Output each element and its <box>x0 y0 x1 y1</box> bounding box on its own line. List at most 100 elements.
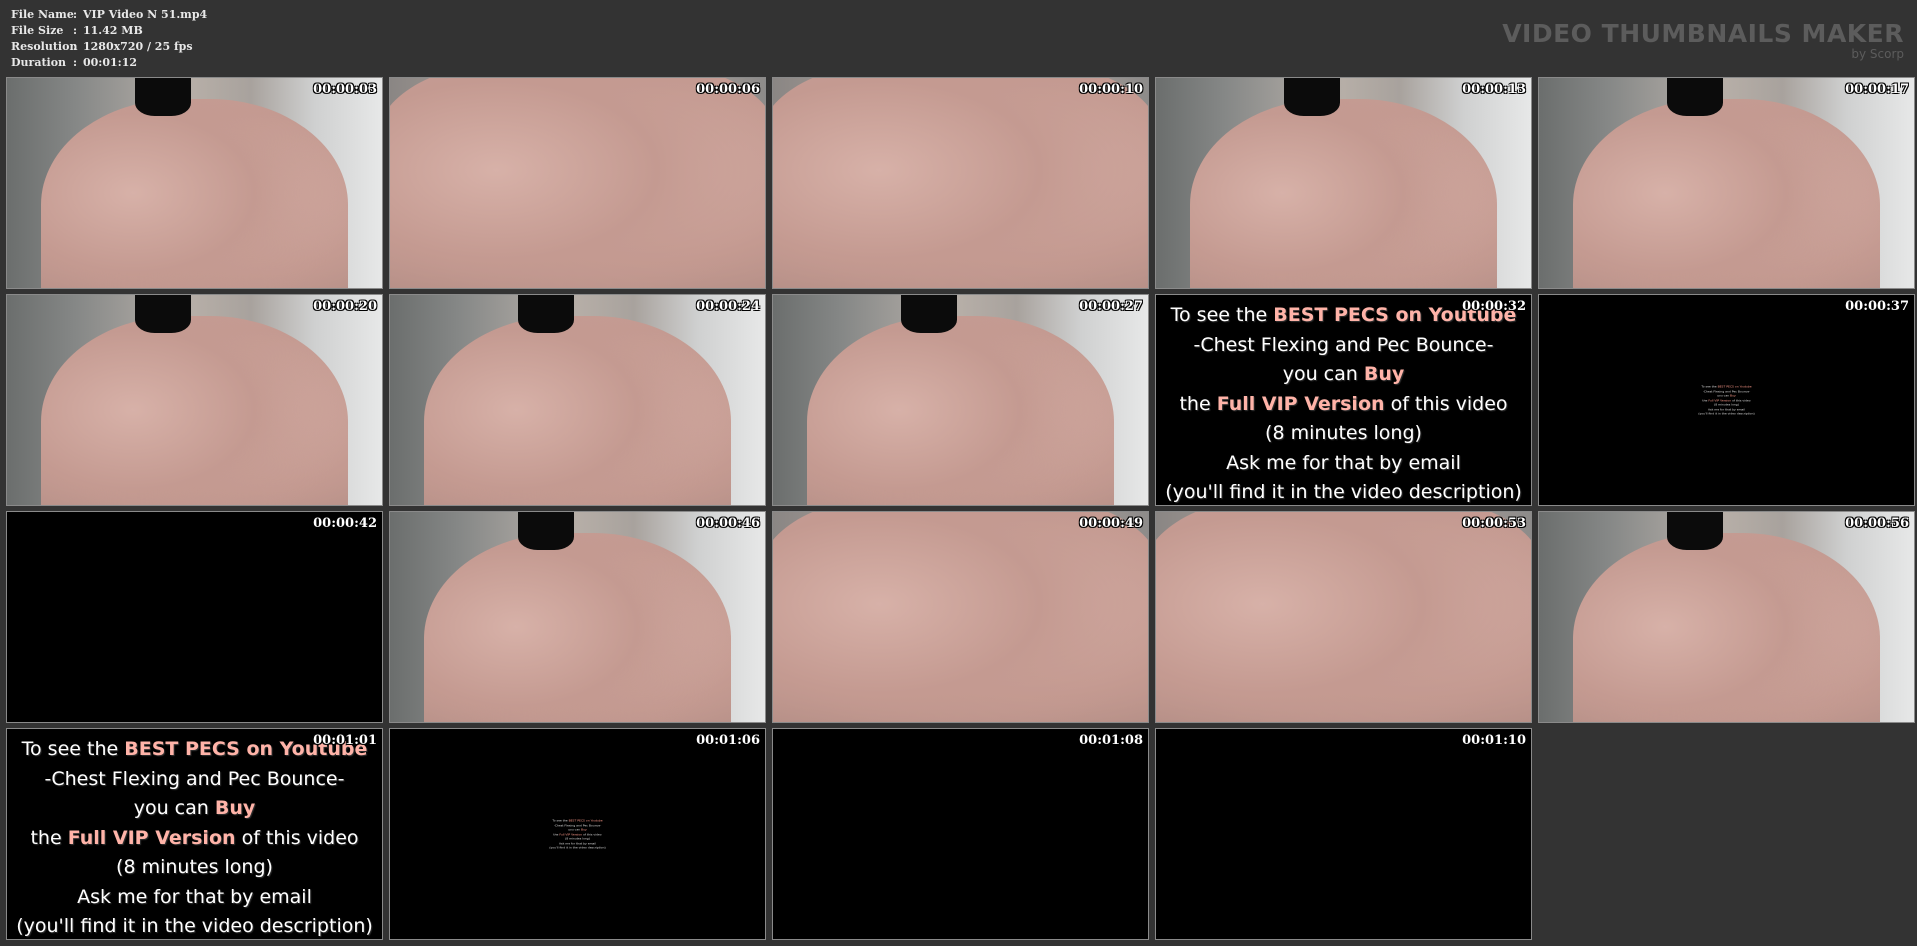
file-info-row: Resolution : 1280x720 / 25 fps <box>11 39 207 55</box>
video-frame-image <box>390 295 765 505</box>
thumbnail-timestamp: 00:00:24 <box>696 299 760 314</box>
brand-subtitle: by Scorp <box>1851 47 1904 61</box>
torso-shape <box>773 512 1148 722</box>
thumbnail-timestamp: 00:00:37 <box>1845 299 1909 314</box>
thumbnail-timestamp: 00:00:17 <box>1845 82 1909 97</box>
video-thumbnail: 00:00:06 <box>389 77 766 289</box>
video-thumbnail: 00:00:49 <box>772 511 1149 723</box>
video-thumbnail: To see the BEST PECS on Youtube -Chest Fl… <box>1155 294 1532 506</box>
video-frame-image <box>1539 512 1914 722</box>
video-thumbnail: 00:00:27 <box>772 294 1149 506</box>
video-thumbnail: 00:01:10 <box>1155 728 1532 940</box>
video-thumbnail: To see the BEST PECS on Youtube -Chest Fl… <box>6 728 383 940</box>
video-frame-image <box>773 295 1148 505</box>
brand-logo: VIDEO THUMBNAILS MAKER by Scorp <box>1502 20 1904 61</box>
promo-line: (8 minutes long) <box>1265 422 1422 444</box>
file-info-value: 1280x720 / 25 fps <box>83 40 193 53</box>
file-info-separator: : <box>73 40 78 53</box>
video-thumbnail: 00:00:17 <box>1538 77 1915 289</box>
torso-shape <box>40 316 349 505</box>
file-info-value: VIP Video N 51.mp4 <box>83 8 208 21</box>
torso-shape <box>423 533 732 722</box>
video-frame-image <box>390 512 765 722</box>
video-frame-image <box>390 78 765 288</box>
promo-line: Ask me for that by email <box>77 885 312 908</box>
video-frame-image <box>773 78 1148 288</box>
video-frame-image <box>1539 78 1914 288</box>
torso-shape <box>1572 99 1881 288</box>
torso-shape <box>1189 99 1498 288</box>
video-thumbnail: 00:00:20 <box>6 294 383 506</box>
thumbnail-timestamp: 00:00:56 <box>1845 516 1909 531</box>
video-thumbnail: 00:00:03 <box>6 77 383 289</box>
mask-shape <box>517 295 574 333</box>
thumbnail-timestamp: 00:01:10 <box>1462 733 1526 748</box>
promo-line: Ask me for that by email <box>1226 451 1461 474</box>
thumbnail-timestamp: 00:01:08 <box>1079 733 1143 748</box>
video-thumbnail: 00:00:53 <box>1155 511 1532 723</box>
file-info-separator: : <box>73 24 78 37</box>
promo-line: the Full VIP Version of this video <box>1179 392 1508 415</box>
file-info-value: 00:01:12 <box>83 56 138 69</box>
file-info: File Name : VIP Video N 51.mp4 File Size… <box>11 7 207 71</box>
thumbnail-timestamp: 00:00:06 <box>696 82 760 97</box>
video-thumbnail: 00:00:42 <box>6 511 383 723</box>
file-info-separator: : <box>73 56 78 69</box>
promo-line: (you'll find it in the video description… <box>549 845 606 850</box>
video-frame-image <box>773 512 1148 722</box>
thumbnail-timestamp: 00:00:10 <box>1079 82 1143 97</box>
video-frame-image <box>7 78 382 288</box>
promo-text: To see the BEST PECS on Youtube -Chest Fl… <box>1698 384 1754 416</box>
promo-line: the Full VIP Version of this video <box>30 826 359 849</box>
promo-line: you can Buy <box>133 797 256 819</box>
mask-shape <box>1283 78 1340 116</box>
header: File Name : VIP Video N 51.mp4 File Size… <box>0 0 1917 76</box>
thumbnail-timestamp: 00:00:13 <box>1462 82 1526 97</box>
file-info-key: Resolution <box>11 40 78 53</box>
file-info-separator: : <box>73 8 78 21</box>
video-thumbnail: 00:00:24 <box>389 294 766 506</box>
promo-line: (you'll find it in the video description… <box>1165 481 1522 503</box>
thumbnail-timestamp: 00:00:53 <box>1462 516 1526 531</box>
file-info-key: File Name <box>11 8 74 21</box>
brand-title: VIDEO THUMBNAILS MAKER <box>1502 19 1904 48</box>
file-info-value: 11.42 MB <box>83 24 143 37</box>
video-thumbnail: 00:00:56 <box>1538 511 1915 723</box>
mask-shape <box>900 295 957 333</box>
torso-shape <box>390 78 765 288</box>
torso-shape <box>1572 533 1881 722</box>
thumbnail-timestamp: 00:01:01 <box>313 733 377 748</box>
video-frame-image <box>1156 78 1531 288</box>
promo-line: To see the BEST PECS on Youtube <box>1701 384 1752 389</box>
promo-line: (you'll find it in the video description… <box>16 915 373 937</box>
promo-line: -Chest Flexing and Pec Bounce- <box>1193 333 1494 356</box>
mask-shape <box>134 78 191 116</box>
thumbnail-timestamp: 00:00:20 <box>313 299 377 314</box>
file-info-row: File Name : VIP Video N 51.mp4 <box>11 7 207 23</box>
thumbnail-timestamp: 00:00:03 <box>313 82 377 97</box>
video-thumbnail: 00:00:10 <box>772 77 1149 289</box>
thumbnail-timestamp: 00:00:49 <box>1079 516 1143 531</box>
video-thumbnail: To see the BEST PECS on Youtube -Chest Fl… <box>389 728 766 940</box>
torso-shape <box>806 316 1115 505</box>
mask-shape <box>134 295 191 333</box>
mask-shape <box>1666 512 1723 550</box>
file-info-key: Duration <box>11 56 67 69</box>
thumbnail-grid: 00:00:03 00:00:06 00:00:10 00:00:13 00:00:17… <box>6 77 1915 940</box>
thumbnail-timestamp: 00:00:32 <box>1462 299 1526 314</box>
torso-shape <box>423 316 732 505</box>
video-thumbnail: To see the BEST PECS on Youtube -Chest Fl… <box>1538 294 1915 506</box>
video-frame-image <box>1156 512 1531 722</box>
file-info-row: File Size : 11.42 MB <box>11 23 207 39</box>
video-frame-image <box>7 295 382 505</box>
file-info-key: File Size <box>11 24 64 37</box>
thumbnail-timestamp: 00:00:27 <box>1079 299 1143 314</box>
promo-text: To see the BEST PECS on Youtube -Chest Fl… <box>549 818 605 850</box>
thumbnail-timestamp: 00:01:06 <box>696 733 760 748</box>
video-thumbnail: 00:00:13 <box>1155 77 1532 289</box>
empty-slot <box>1538 728 1913 938</box>
file-info-row: Duration : 00:01:12 <box>11 55 207 71</box>
promo-line: (you'll find it in the video description… <box>1698 411 1755 416</box>
video-thumbnail: 00:00:46 <box>389 511 766 723</box>
thumbnail-timestamp: 00:00:46 <box>696 516 760 531</box>
